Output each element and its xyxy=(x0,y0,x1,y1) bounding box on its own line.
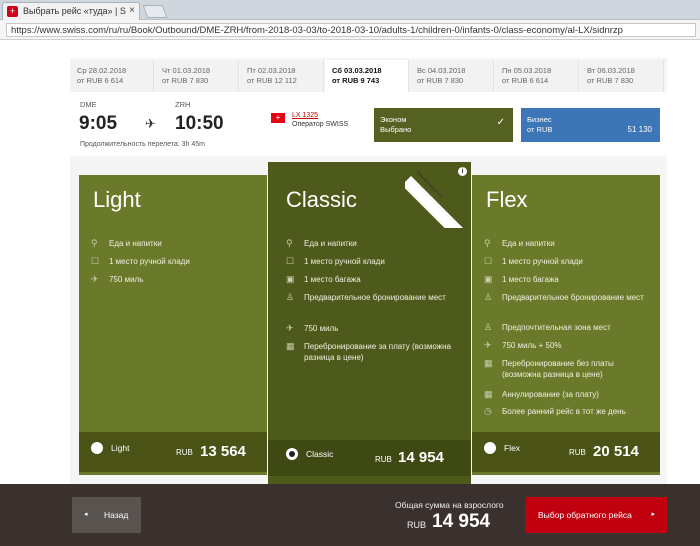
new-tab-button[interactable] xyxy=(142,5,168,18)
fare-select-flex[interactable]: Flex RUB 20 514 xyxy=(472,432,660,472)
hand-luggage-icon: ☐ xyxy=(91,256,100,266)
date-option[interactable]: Чт 01.03.2018 от RUB 7 830 xyxy=(155,60,239,92)
utensils-icon: ⚲ xyxy=(286,238,293,248)
fare-title: Light xyxy=(93,187,141,212)
info-icon[interactable]: i xyxy=(458,167,467,176)
hand-luggage-icon: ☐ xyxy=(484,256,493,266)
select-return-flight-button[interactable]: Выбор обратного рейса ▸ xyxy=(525,497,667,533)
next-label: Выбор обратного рейса xyxy=(538,510,632,520)
tab-title: Выбрать рейс «туда» | S xyxy=(23,6,126,16)
fare-price: 13 564 xyxy=(200,443,246,460)
date-option[interactable]: Вт 06.03.2018 от RUB 7 830 xyxy=(580,60,664,92)
suitcase-icon: ▣ xyxy=(484,274,493,284)
radio-flex[interactable] xyxy=(484,442,496,454)
radio-light[interactable] xyxy=(91,442,103,454)
swiss-favicon-icon: + xyxy=(7,6,18,17)
fare-title: Flex xyxy=(486,187,528,212)
business-price: 51 130 xyxy=(627,125,652,134)
suitcase-icon: ▣ xyxy=(286,274,295,284)
date-option[interactable]: Пт 02.03.2018 от RUB 12 112 xyxy=(240,60,324,92)
plane-miles-icon: ✈ xyxy=(286,323,294,333)
radio-classic-selected[interactable] xyxy=(286,448,298,460)
total-currency: RUB xyxy=(407,520,427,530)
plane-icon: ✈ xyxy=(145,116,156,131)
seat-icon: ♙ xyxy=(484,292,493,302)
utensils-icon: ⚲ xyxy=(484,238,491,248)
total-price: 14 954 xyxy=(432,511,491,532)
departure-time: 9:05 xyxy=(79,113,118,134)
date-label: Вт 06.03.2018 xyxy=(587,66,635,75)
screen: + Выбрать рейс «туда» | S × https://www.… xyxy=(0,0,700,546)
date-label: Ср 28.02.2018 xyxy=(77,66,127,75)
date-label: Пт 02.03.2018 xyxy=(247,66,296,75)
date-price: от RUB 6 614 xyxy=(502,76,549,85)
date-selector: Ср 28.02.2018 от RUB 6 614 Чт 01.03.2018 о… xyxy=(70,60,667,92)
calendar-icon: ▦ xyxy=(484,358,493,368)
total-label: Общая сумма на взрослого xyxy=(395,500,504,510)
date-price: от RUB 7 830 xyxy=(417,76,464,85)
fare-title: Classic xyxy=(286,187,357,212)
departure-airport: DME xyxy=(80,100,97,109)
tab-close-icon[interactable]: × xyxy=(129,3,135,19)
operator-label: Оператор SWISS xyxy=(292,121,349,128)
address-bar: https://www.swiss.com/ru/ru/Book/Outboun… xyxy=(0,20,700,40)
url-field[interactable]: https://www.swiss.com/ru/ru/Book/Outboun… xyxy=(6,23,696,37)
arrival-airport: ZRH xyxy=(175,100,191,109)
chevron-left-icon: ◂ xyxy=(84,511,88,518)
radio-label: Classic xyxy=(306,449,334,459)
fare-select-classic[interactable]: Classic RUB 14 954 xyxy=(268,440,471,476)
fare-card-light[interactable]: Light ⚲ Еда и напитки ☐ 1 место ручной кла… xyxy=(79,175,267,475)
check-icon: ✓ xyxy=(496,117,505,128)
date-option[interactable]: Вс 04.03.2018 от RUB 7 830 xyxy=(410,60,494,92)
date-label: Вс 04.03.2018 xyxy=(417,66,466,75)
radio-label: Light xyxy=(111,443,130,453)
back-button[interactable]: ◂ Назад xyxy=(72,497,141,533)
business-cabin-button[interactable]: Бизнес от RUB 51 130 xyxy=(521,108,660,142)
economy-status: Выбрано xyxy=(380,125,412,134)
back-label: Назад xyxy=(104,510,129,520)
radio-label: Flex xyxy=(504,443,521,453)
date-price: от RUB 12 112 xyxy=(247,76,297,85)
date-option[interactable]: Пн 05.03.2018 от RUB 6 614 xyxy=(495,60,579,92)
chevron-right-icon: ▸ xyxy=(651,511,655,518)
plane-miles-icon: ✈ xyxy=(484,340,492,350)
economy-cabin-button[interactable]: Эконом Выбрано ✓ xyxy=(374,108,513,142)
hand-luggage-icon: ☐ xyxy=(286,256,295,266)
carrier-info: LX 1325 Оператор SWISS xyxy=(292,111,348,129)
date-price: от RUB 9 743 xyxy=(332,76,380,85)
fare-card-classic[interactable]: Рекомендуется i Classic ⚲ Еда и напитки ☐… xyxy=(268,162,473,486)
date-price: от RUB 7 830 xyxy=(587,76,634,85)
fare-price: 20 514 xyxy=(593,443,639,460)
seat-icon: ♙ xyxy=(286,292,295,302)
calendar-icon: ▦ xyxy=(484,389,493,399)
calendar-icon: ▦ xyxy=(286,341,295,351)
price-currency: RUB xyxy=(375,455,392,464)
plane-miles-icon: ✈ xyxy=(91,274,99,284)
price-currency: RUB xyxy=(569,448,586,457)
date-label: Сб 03.03.2018 xyxy=(332,66,382,75)
price-currency: RUB xyxy=(176,448,193,457)
clock-icon: ◷ xyxy=(484,406,492,416)
seat-icon: ♙ xyxy=(484,322,493,332)
date-price: от RUB 7 830 xyxy=(162,76,209,85)
fare-select-light[interactable]: Light RUB 13 564 xyxy=(79,432,267,472)
date-label: Чт 01.03.2018 xyxy=(162,66,211,75)
flight-number-link[interactable]: LX 1325 xyxy=(292,111,348,120)
economy-label: Эконом xyxy=(380,115,407,124)
business-label: Бизнес xyxy=(527,115,552,124)
swiss-logo-icon: + xyxy=(271,113,285,123)
date-label: Пн 05.03.2018 xyxy=(502,66,552,75)
browser-tabstrip: + Выбрать рейс «туда» | S × xyxy=(0,0,700,20)
flight-duration: Продолжительность перелета: 3h 45m xyxy=(80,141,205,148)
date-price: от RUB 6 614 xyxy=(77,76,124,85)
fare-price: 14 954 xyxy=(398,449,444,466)
arrival-time: 10:50 xyxy=(175,113,224,134)
fare-card-flex[interactable]: Flex ⚲ Еда и напитки ☐ 1 место ручной клад… xyxy=(472,175,660,475)
utensils-icon: ⚲ xyxy=(91,238,98,248)
date-option-selected[interactable]: Сб 03.03.2018 от RUB 9 743 xyxy=(325,60,409,92)
browser-tab[interactable]: + Выбрать рейс «туда» | S × xyxy=(2,2,140,20)
date-option[interactable]: Ср 28.02.2018 от RUB 6 614 xyxy=(70,60,154,92)
